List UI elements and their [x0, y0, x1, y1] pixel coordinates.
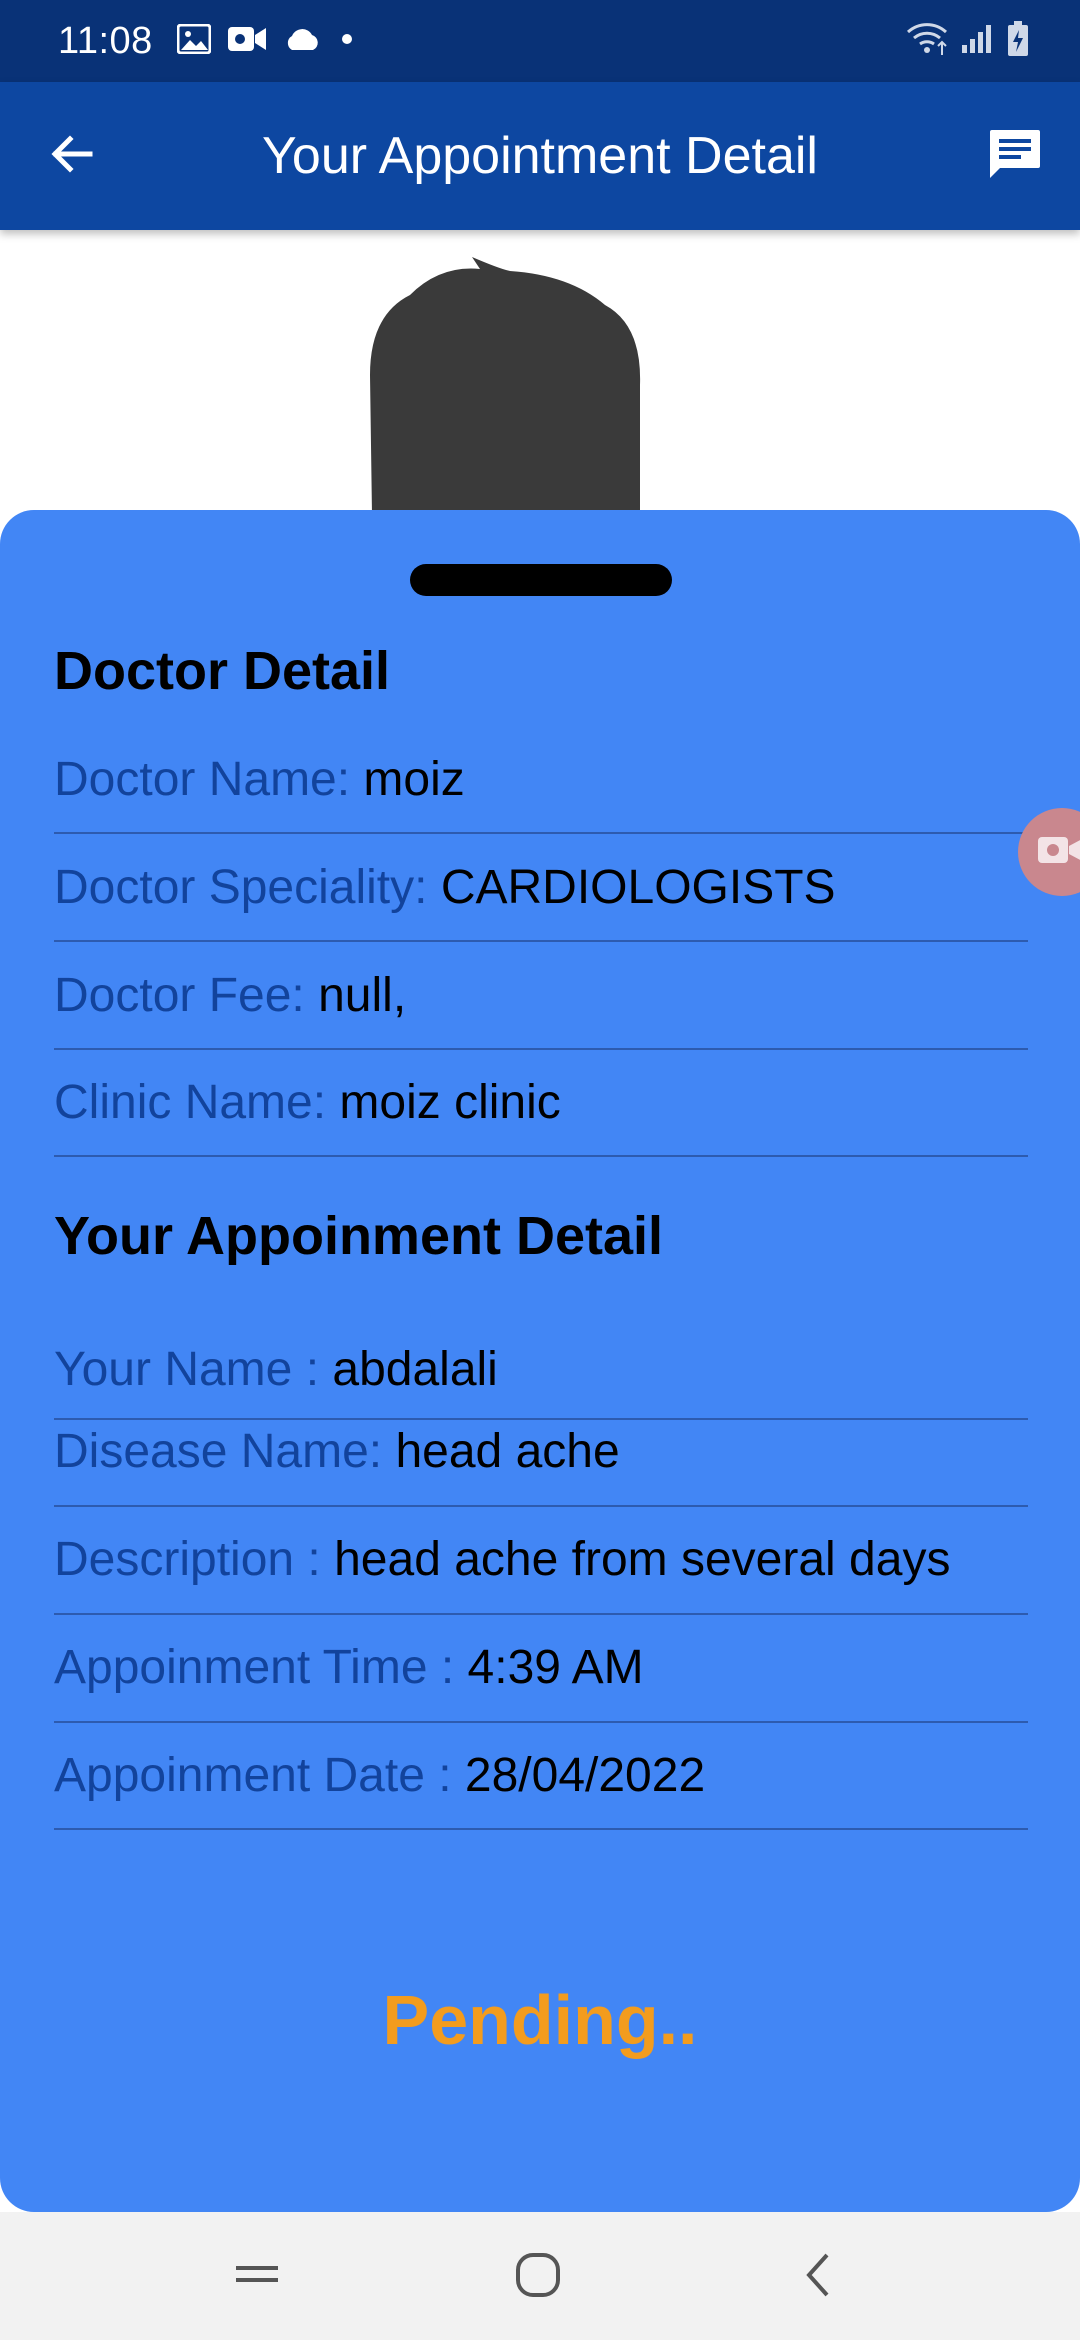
video-icon [227, 24, 267, 59]
back-button[interactable] [40, 124, 104, 188]
status-icons-right [906, 0, 1030, 82]
back-icon [799, 2250, 839, 2305]
row-value: 28/04/2022 [464, 1749, 706, 1802]
recent-apps-icon [234, 2260, 280, 2295]
row-value: null, [318, 969, 407, 1022]
row-value: moiz [363, 753, 465, 806]
appointment-date-row: Appoinment Date : 28/04/2022 [54, 1746, 1028, 1830]
battery-charging-icon [1006, 20, 1030, 62]
row-label: Clinic Name: [54, 1076, 340, 1129]
description-row: Description : head ache from several day… [54, 1530, 1028, 1615]
message-button[interactable] [980, 122, 1050, 192]
cloud-icon [283, 26, 321, 57]
status-time: 11:08 [58, 19, 153, 62]
appointment-detail-title: Your Appoinment Detail [54, 1206, 664, 1266]
row-value: 4:39 AM [467, 1641, 644, 1694]
row-value: head ache [395, 1425, 620, 1478]
home-icon [513, 2250, 563, 2305]
doctor-fee-row: Doctor Fee: null, [54, 966, 1028, 1050]
dot-icon [337, 29, 357, 54]
video-call-icon [1036, 833, 1080, 872]
app-bar: Your Appointment Detail [0, 82, 1080, 230]
page-title: Your Appointment Detail [261, 127, 818, 185]
appointment-sheet: Doctor Detail Doctor Name: moiz Doctor S… [0, 510, 1080, 2212]
row-label: Appoinment Time : [54, 1641, 468, 1694]
appointment-time-row: Appoinment Time : 4:39 AM [54, 1638, 1028, 1723]
image-icon [176, 23, 212, 59]
row-label: Appoinment Date : [54, 1749, 465, 1802]
message-icon [986, 126, 1044, 189]
status-bar: 11:08 [0, 0, 1080, 82]
doctor-name-row: Doctor Name: moiz [54, 750, 1028, 834]
doctor-detail-title: Doctor Detail [54, 641, 391, 701]
wifi-icon [906, 22, 948, 61]
home-button[interactable] [503, 2242, 573, 2312]
doctor-speciality-row: Doctor Speciality: CARDIOLOGISTS [54, 858, 1028, 942]
status-icons-left [176, 23, 357, 59]
row-label: Description : [54, 1533, 335, 1586]
row-label: Doctor Speciality: [54, 861, 441, 914]
recent-apps-button[interactable] [222, 2242, 292, 2312]
arrow-left-icon [48, 130, 96, 183]
row-value: moiz clinic [339, 1076, 561, 1129]
system-nav-bar [0, 2212, 1080, 2340]
signal-icon [960, 23, 994, 60]
row-value: CARDIOLOGISTS [440, 861, 836, 914]
row-value: head ache from several days [334, 1533, 951, 1586]
appointment-status: Pending.. [382, 1981, 698, 2059]
row-label: Doctor Fee: [54, 969, 319, 1022]
avatar [340, 255, 740, 515]
drag-handle[interactable] [410, 564, 672, 596]
row-value: abdalali [332, 1343, 498, 1396]
nav-back-button[interactable] [784, 2242, 854, 2312]
row-label: Your Name : [54, 1343, 333, 1396]
disease-name-row: Disease Name: head ache [54, 1422, 1028, 1507]
clinic-name-row: Clinic Name: moiz clinic [54, 1073, 1028, 1157]
row-label: Doctor Name: [54, 753, 364, 806]
your-name-row: Your Name : abdalali [54, 1340, 1028, 1420]
row-label: Disease Name: [54, 1425, 396, 1478]
